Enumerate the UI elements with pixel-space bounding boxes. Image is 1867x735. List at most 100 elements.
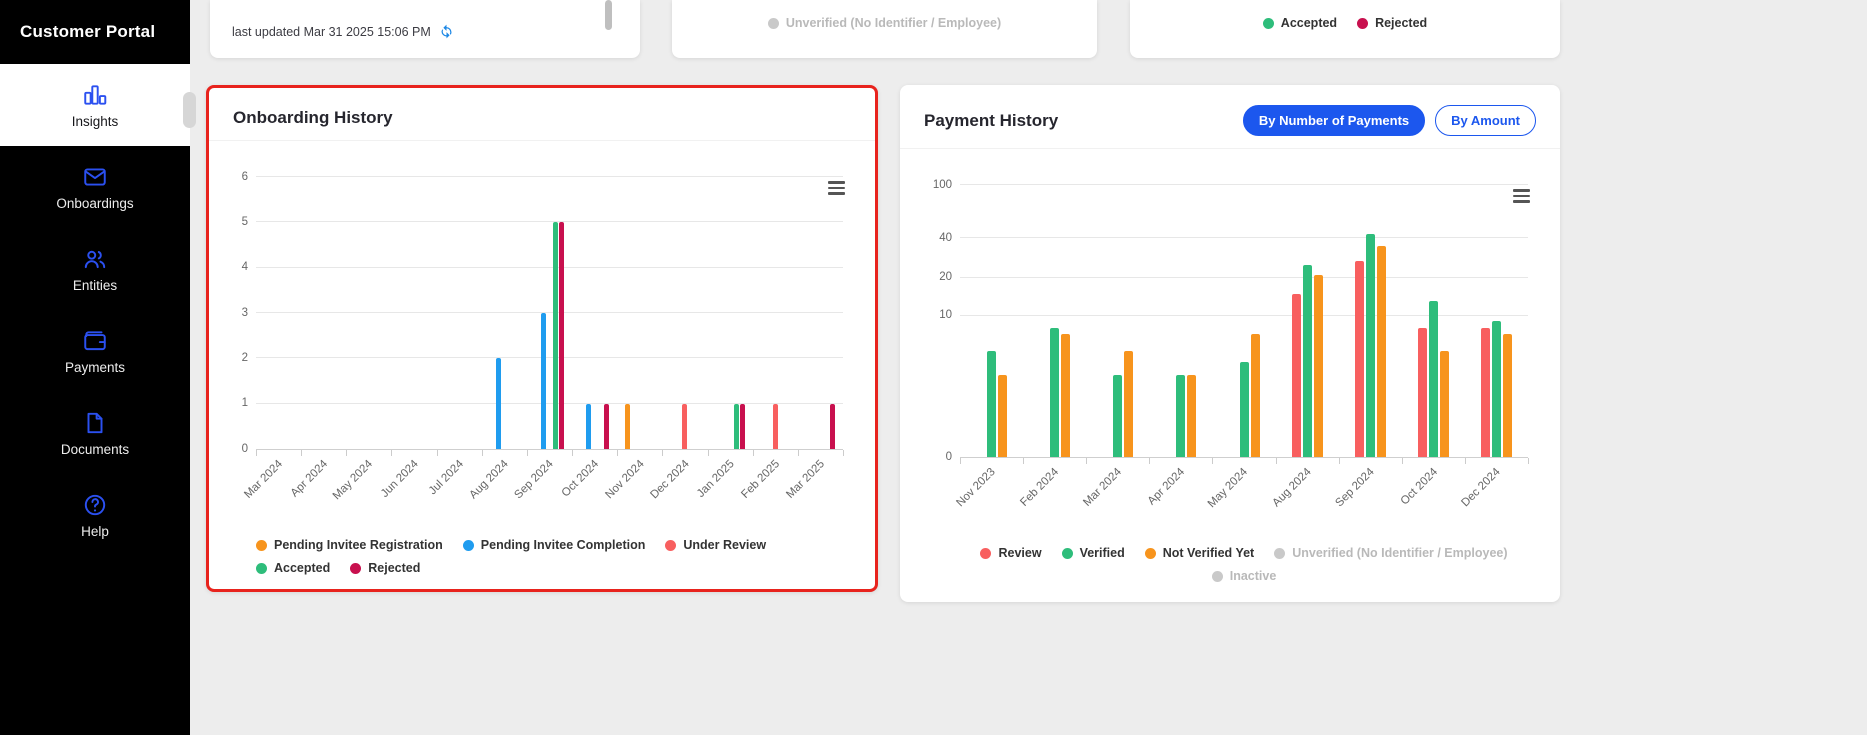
- legend-item-unverified-no-identifier-employee[interactable]: Unverified (No Identifier / Employee): [1274, 546, 1508, 560]
- x-axis-tick: [1212, 458, 1214, 464]
- x-axis-label: Mar 2025: [784, 458, 827, 501]
- bar-verified[interactable]: [1113, 375, 1123, 457]
- onboarding-history-card: Onboarding History 0 1 2 3 4 5 6 Mar 2024 Apr 2…: [206, 85, 878, 592]
- plot-area: 0 10 20 40 100: [933, 179, 1528, 462]
- legend-item-verified[interactable]: Verified: [1061, 546, 1125, 560]
- legend-item-not-verified-yet[interactable]: Not Verified Yet: [1144, 546, 1255, 560]
- payment-history-title: Payment History: [924, 110, 1059, 130]
- bar-verified[interactable]: [987, 351, 997, 457]
- bar-pending-invitee-completion[interactable]: [495, 358, 501, 449]
- bar-rejected[interactable]: [829, 403, 835, 449]
- y-axis-label: 20: [939, 270, 952, 283]
- last-updated-row: last updated Mar 31 2025 15:06 PM: [210, 0, 640, 39]
- bar-not-verified-yet[interactable]: [1502, 334, 1512, 457]
- bar-not-verified-yet[interactable]: [1313, 274, 1323, 457]
- x-axis-tick: [843, 450, 844, 456]
- legend-label: Not Verified Yet: [1162, 546, 1255, 560]
- y-gridline: [256, 176, 843, 177]
- bar-review[interactable]: [1480, 327, 1490, 457]
- x-axis-tick: [1275, 458, 1277, 464]
- bar-verified[interactable]: [1239, 362, 1249, 457]
- legend-item-under-review[interactable]: Under Review: [665, 538, 766, 552]
- bar-verified[interactable]: [1302, 264, 1312, 457]
- legend-label: Rejected: [368, 561, 421, 575]
- sidebar-nav: Insights Onboardings Entities Payments Docum…: [0, 64, 190, 556]
- x-axis-tick: [797, 450, 799, 456]
- scrollbar-thumb[interactable]: [605, 0, 612, 30]
- y-axis-label: 10: [939, 308, 952, 321]
- bar-not-verified-yet[interactable]: [1124, 351, 1134, 457]
- legend-item-rejected[interactable]: Rejected: [1357, 16, 1427, 30]
- bar-review[interactable]: [1354, 260, 1364, 457]
- sidebar-item-documents[interactable]: Documents: [0, 392, 190, 474]
- bar-under-review[interactable]: [682, 403, 688, 449]
- x-axis-label: Jun 2024: [378, 458, 421, 500]
- bar-not-verified-yet[interactable]: [1061, 334, 1071, 457]
- legend-item-accepted[interactable]: Accepted: [1262, 16, 1337, 30]
- onboarding-history-title: Onboarding History: [233, 108, 393, 127]
- payment-history-chart: 0 10 20 40 100 Nov 2023 Feb 2024 Mar 2024 Apr 2…: [900, 149, 1560, 583]
- sidebar-item-payments[interactable]: Payments: [0, 310, 190, 392]
- legend-item-inactive[interactable]: Inactive: [1211, 569, 1276, 583]
- bar-verified[interactable]: [1176, 375, 1186, 457]
- bar-accepted[interactable]: [733, 403, 739, 449]
- x-axis-tick: [1149, 458, 1151, 464]
- x-axis-tick: [256, 450, 257, 456]
- x-axis-label: Dec 2024: [1459, 466, 1503, 510]
- bar-pending-invitee-completion[interactable]: [541, 313, 546, 449]
- x-axis-label: Oct 2024: [1398, 466, 1440, 508]
- y-axis-label: 4: [241, 260, 248, 273]
- legend-dot: [256, 562, 267, 574]
- bar-pending-invitee-registration[interactable]: [625, 403, 631, 449]
- x-axis-tick: [572, 450, 574, 456]
- bar-verified[interactable]: [1050, 327, 1060, 457]
- legend-item-pending-invitee-registration[interactable]: Pending Invitee Registration: [256, 538, 443, 552]
- chart-legend: Pending Invitee Registration Pending Invi…: [256, 538, 843, 575]
- x-axis-label: Mar 2024: [1081, 466, 1125, 509]
- bar-pending-invitee-completion[interactable]: [586, 403, 592, 449]
- legend-item-unverified-no-identifier-employee[interactable]: Unverified (No Identifier / Employee): [767, 16, 1001, 30]
- legend-item-rejected[interactable]: Rejected: [350, 561, 420, 575]
- legend-dot: [1274, 547, 1286, 559]
- bar-rejected[interactable]: [739, 403, 745, 449]
- x-axis-label: May 2024: [1206, 466, 1251, 511]
- bar-rejected[interactable]: [604, 403, 610, 449]
- bar-verified[interactable]: [1428, 301, 1438, 457]
- x-axis-label: Aug 2024: [467, 458, 511, 502]
- x-axis-tick: [617, 450, 619, 456]
- by-amount-button[interactable]: By Amount: [1435, 105, 1536, 136]
- sidebar-item-insights[interactable]: Insights: [0, 64, 190, 146]
- y-gridline: [256, 221, 843, 223]
- bar-not-verified-yet[interactable]: [998, 375, 1008, 457]
- bar-verified[interactable]: [1491, 321, 1501, 457]
- bar-not-verified-yet[interactable]: [1439, 351, 1449, 457]
- legend-item-accepted[interactable]: Accepted: [256, 561, 330, 575]
- help-icon: [82, 492, 108, 518]
- y-axis-label: 0: [241, 442, 248, 455]
- sidebar-item-onboardings[interactable]: Onboardings: [0, 146, 190, 228]
- legend-dot: [1144, 547, 1156, 559]
- sidebar-item-entities[interactable]: Entities: [0, 228, 190, 310]
- bar-verified[interactable]: [1365, 233, 1375, 457]
- bar-rejected[interactable]: [559, 222, 564, 449]
- sidebar-item-help[interactable]: Help: [0, 474, 190, 556]
- bar-accepted[interactable]: [553, 222, 558, 449]
- y-gridline: [256, 266, 843, 268]
- sidebar-collapse-handle[interactable]: [183, 92, 196, 128]
- legend-dot: [1211, 570, 1223, 582]
- legend-item-pending-invitee-completion[interactable]: Pending Invitee Completion: [462, 538, 645, 552]
- bar-review[interactable]: [1291, 293, 1301, 457]
- sidebar-item-label: Payments: [64, 359, 126, 375]
- bar-not-verified-yet[interactable]: [1250, 334, 1260, 457]
- people-icon: [82, 246, 108, 272]
- bar-not-verified-yet[interactable]: [1187, 375, 1197, 457]
- bar-review[interactable]: [1417, 327, 1427, 457]
- bar-not-verified-yet[interactable]: [1376, 245, 1386, 457]
- by-number-of-payments-button[interactable]: By Number of Payments: [1242, 105, 1426, 136]
- legend-item-review[interactable]: Review: [980, 546, 1042, 560]
- refresh-icon[interactable]: [439, 24, 454, 39]
- bar-under-review[interactable]: [772, 403, 778, 449]
- x-axis-tick: [707, 450, 709, 456]
- legend-dot: [256, 539, 267, 551]
- x-axis-tick: [301, 450, 303, 456]
